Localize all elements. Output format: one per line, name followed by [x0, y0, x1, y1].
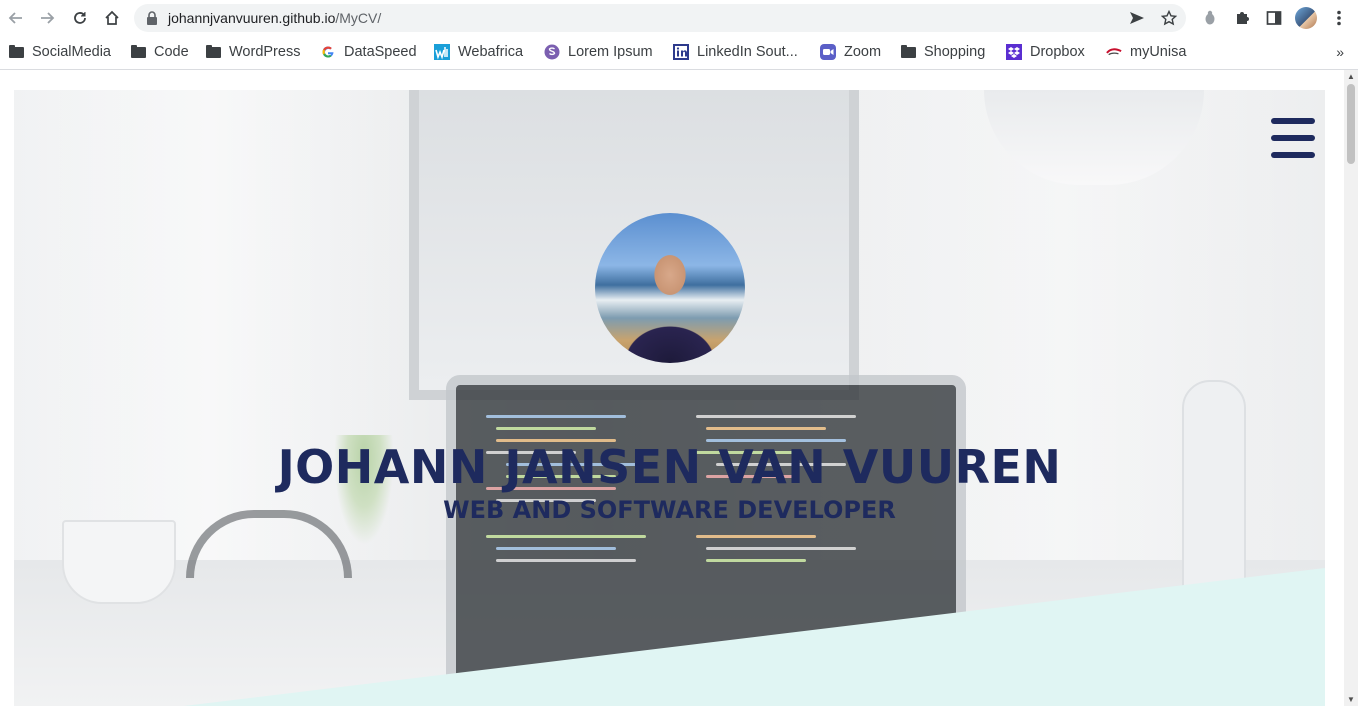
home-button[interactable] — [99, 5, 125, 31]
bookmark-linkedin[interactable]: LinkedIn Sout... — [673, 41, 798, 63]
home-icon — [105, 10, 119, 25]
hero-section: JOHANN JANSEN VAN VUUREN WEB AND SOFTWAR… — [14, 90, 1325, 706]
webafrica-icon — [434, 44, 450, 60]
bookmark-label: Code — [154, 44, 189, 60]
reload-button[interactable] — [67, 5, 93, 31]
scroll-thumb[interactable] — [1347, 84, 1355, 164]
folder-icon — [205, 44, 221, 60]
profile-photo — [595, 213, 745, 363]
bookmark-socialmedia[interactable]: SocialMedia — [8, 41, 111, 63]
page-scrollbar[interactable]: ▲ ▼ — [1344, 70, 1358, 706]
forward-button[interactable] — [34, 5, 60, 31]
bookmark-wordpress[interactable]: WordPress — [205, 41, 300, 63]
side-panel-button[interactable] — [1262, 5, 1286, 31]
folder-icon — [130, 44, 146, 60]
bookmark-dropbox[interactable]: Dropbox — [1006, 41, 1085, 63]
forward-arrow-icon — [41, 12, 55, 24]
bookmark-label: DataSpeed — [344, 44, 417, 60]
dropbox-icon — [1006, 44, 1022, 60]
hamburger-bar — [1271, 118, 1315, 124]
scroll-down-arrow-icon[interactable]: ▼ — [1347, 695, 1355, 704]
unisa-icon — [1106, 44, 1122, 60]
page-title: JOHANN JANSEN VAN VUUREN — [277, 440, 1062, 494]
bug-icon — [1205, 10, 1215, 25]
puzzle-icon — [1237, 12, 1249, 24]
bookmarks-bar: SocialMedia Code WordPress DataSpeed Web… — [0, 36, 1358, 70]
bookmark-myunisa[interactable]: myUnisa — [1106, 41, 1186, 63]
hamburger-bar — [1271, 152, 1315, 158]
bookmark-star-button[interactable] — [1158, 9, 1180, 27]
more-bookmarks-button[interactable]: » — [1336, 44, 1344, 60]
bookmark-code[interactable]: Code — [130, 41, 189, 63]
bookmark-shopping[interactable]: Shopping — [900, 41, 985, 63]
bookmark-label: myUnisa — [1130, 44, 1187, 60]
url-host: johannjvanvuuren.github.io — [168, 10, 336, 26]
star-icon — [1161, 10, 1177, 26]
url-path: /MyCV/ — [335, 10, 382, 26]
url-text: johannjvanvuuren.github.io/MyCV/ — [168, 10, 381, 26]
side-panel-icon — [1266, 11, 1282, 25]
browser-menu-button[interactable] — [1327, 5, 1351, 31]
google-icon — [320, 44, 336, 60]
bookmark-label: Zoom — [844, 44, 882, 60]
hamburger-bar — [1271, 135, 1315, 141]
hamburger-menu-button[interactable] — [1271, 118, 1315, 158]
lock-icon — [147, 11, 157, 25]
send-icon — [1130, 12, 1144, 24]
reload-icon — [74, 12, 86, 24]
kebab-menu-icon — [1337, 10, 1341, 26]
browser-toolbar: johannjvanvuuren.github.io/MyCV/ — [0, 0, 1358, 36]
address-bar[interactable]: johannjvanvuuren.github.io/MyCV/ — [134, 4, 1186, 32]
folder-icon — [8, 44, 24, 60]
profile-avatar[interactable] — [1295, 7, 1317, 29]
extension-bug-button[interactable] — [1198, 5, 1222, 31]
bookmark-label: Dropbox — [1030, 44, 1085, 60]
back-button[interactable] — [3, 5, 29, 31]
back-arrow-icon — [8, 12, 22, 24]
bookmark-zoom[interactable]: Zoom — [820, 41, 881, 63]
bookmark-label: Webafrica — [458, 44, 524, 60]
bookmark-dataspeed[interactable]: DataSpeed — [320, 41, 417, 63]
folder-icon — [900, 44, 916, 60]
bookmark-label: Lorem Ipsum — [568, 44, 653, 60]
page-viewport: JOHANN JANSEN VAN VUUREN WEB AND SOFTWAR… — [0, 70, 1358, 706]
background-lamp — [984, 90, 1204, 185]
linkedin-icon — [673, 44, 689, 60]
background-cup — [62, 520, 176, 604]
send-tab-button[interactable] — [1126, 9, 1148, 27]
zoom-icon — [820, 44, 836, 60]
scroll-up-arrow-icon[interactable]: ▲ — [1347, 72, 1355, 81]
extensions-button[interactable] — [1230, 5, 1254, 31]
bookmark-label: Shopping — [924, 44, 986, 60]
bookmark-label: WordPress — [229, 44, 301, 60]
bookmark-label: SocialMedia — [32, 44, 111, 60]
bookmark-webafrica[interactable]: Webafrica — [434, 41, 523, 63]
page-subtitle: WEB AND SOFTWARE DEVELOPER — [443, 496, 896, 524]
bookmark-lorem-ipsum[interactable]: Lorem Ipsum — [544, 41, 653, 63]
bookmark-label: LinkedIn Sout... — [697, 44, 798, 60]
lorem-ipsum-icon — [544, 44, 560, 60]
